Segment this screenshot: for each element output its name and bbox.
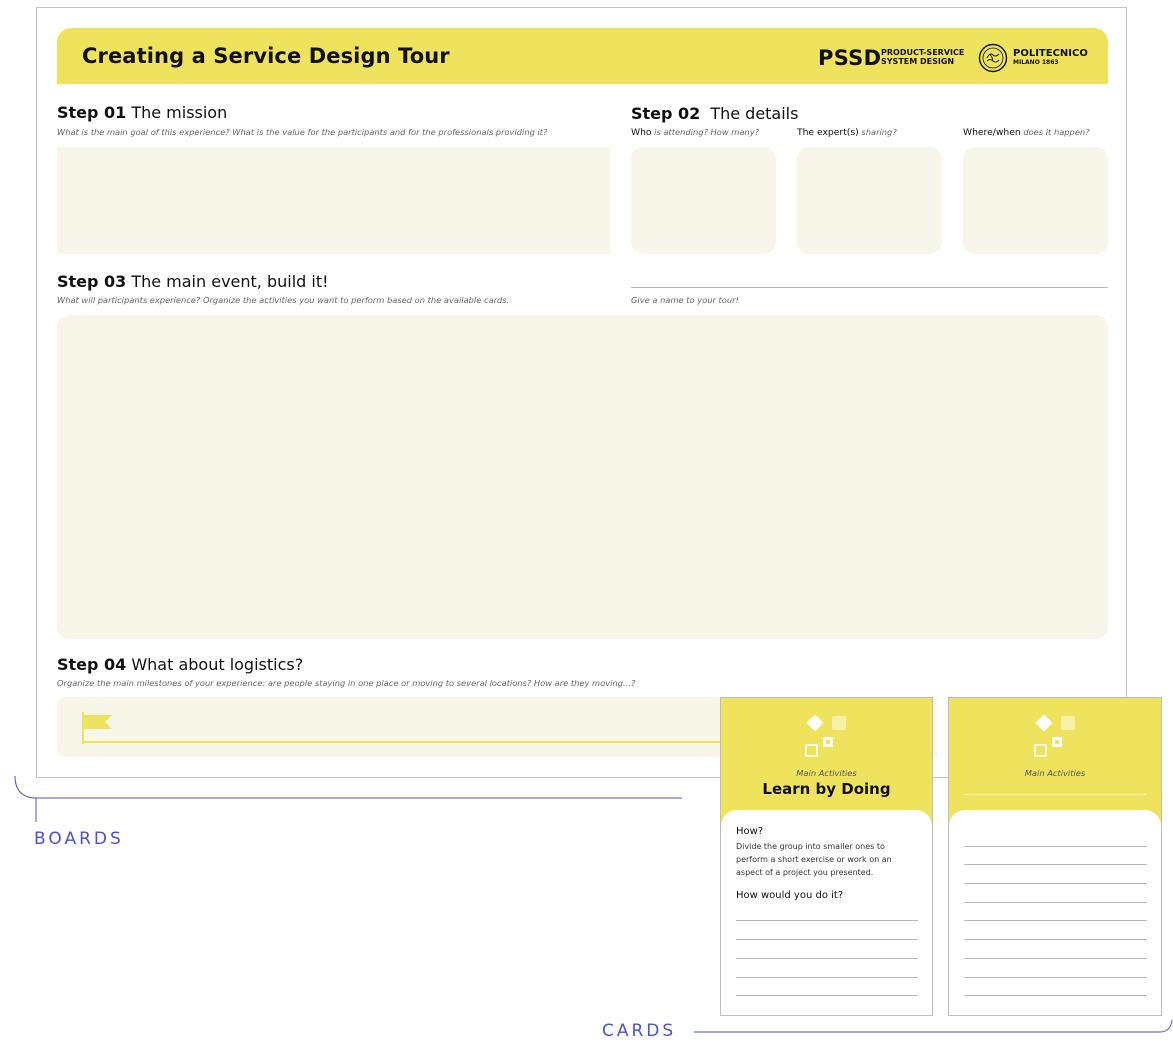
pssd-sub-line-2: SYSTEM DESIGN [881,57,955,66]
where-q: does it happen? [1023,127,1090,137]
card-line[interactable] [964,883,1147,884]
card-category: Main Activities [1024,768,1086,778]
who-area[interactable] [631,147,776,254]
where-label: Where/when [963,127,1021,138]
cards-bracket [694,1019,1173,1033]
card-line[interactable] [964,995,1147,996]
card-line[interactable] [964,958,1147,959]
step04-question: Organize the main milestones of your exp… [57,678,636,688]
activity-card-learn-by-doing[interactable]: Main Activities Learn by Doing How? Divi… [720,697,933,1016]
step03-question: What will participants experience? Organ… [57,295,510,305]
step03-title: The main event, build it! [131,272,329,291]
politecnico-name: POLITECNICO [1013,48,1088,59]
expert-question: The expert(s) sharing? [797,127,897,138]
step03-heading: Step 03 The main event, build it! [57,272,329,291]
card-how-label: How? [736,826,764,837]
expert-label: The expert(s) [797,127,859,138]
step04-number: Step 04 [57,655,127,674]
card-line[interactable] [964,864,1147,865]
step04-title: What about logistics? [131,655,304,674]
where-question: Where/when does it happen? [963,127,1090,138]
pssd-logo: PSSD [818,46,882,70]
card-prompt: How would you do it? [736,890,844,901]
card-line[interactable] [964,977,1147,978]
who-label: Who [631,127,652,138]
step02-title: The details [710,104,799,123]
card-body [949,810,1161,1015]
board-title: Creating a Service Design Tour [82,44,450,68]
main-event-area[interactable] [57,315,1108,639]
card-line[interactable] [964,920,1147,921]
step03-number: Step 03 [57,272,127,291]
cards-label: CARDS [602,1021,677,1041]
card-line[interactable] [736,920,918,921]
who-question: Who is attending? How many? [631,127,759,138]
pssd-sub-line-1: PRODUCT-SERVICE [881,48,965,57]
logistics-timeline [82,741,722,743]
step01-title: The mission [131,103,228,122]
card-line[interactable] [736,958,918,959]
tour-name-prompt: Give a name to your tour! [631,295,739,305]
expert-area[interactable] [797,147,942,254]
activity-shapes-icon [805,714,846,757]
activity-shapes-icon [1034,714,1075,757]
card-line[interactable] [964,846,1147,847]
politecnico-subname: MILANO 1863 [1013,59,1059,66]
tour-name-field[interactable] [631,287,1108,288]
politecnico-logo: POLITECNICO MILANO 1863 [1013,48,1088,67]
boards-bracket [14,776,682,822]
step01-question: What is the main goal of this experience… [57,127,548,137]
activity-card-blank[interactable]: Main Activities [948,697,1162,1016]
card-title-line[interactable] [964,794,1146,795]
card-title: Learn by Doing [762,780,891,798]
boards-label: BOARDS [34,829,124,849]
card-line[interactable] [736,995,918,996]
card-line[interactable] [736,977,918,978]
step02-number: Step 02 [631,104,701,123]
pssd-logo-subtitle: PRODUCT-SERVICE SYSTEM DESIGN [881,48,971,66]
card-line[interactable] [964,939,1147,940]
card-how-text: Divide the group into smaller ones to pe… [736,842,892,877]
step01-heading: Step 01 The mission [57,103,227,122]
step02-heading: Step 02 The details [631,104,798,123]
card-line[interactable] [736,939,918,940]
where-area[interactable] [963,147,1108,254]
card-category: Main Activities [796,768,857,778]
who-q: is attending? How many? [654,127,760,137]
expert-q: sharing? [861,127,897,137]
card-line[interactable] [964,902,1147,903]
step01-number: Step 01 [57,103,127,122]
step04-heading: Step 04 What about logistics? [57,655,303,674]
mission-area[interactable] [57,147,610,254]
politecnico-seal-icon [978,43,1008,73]
